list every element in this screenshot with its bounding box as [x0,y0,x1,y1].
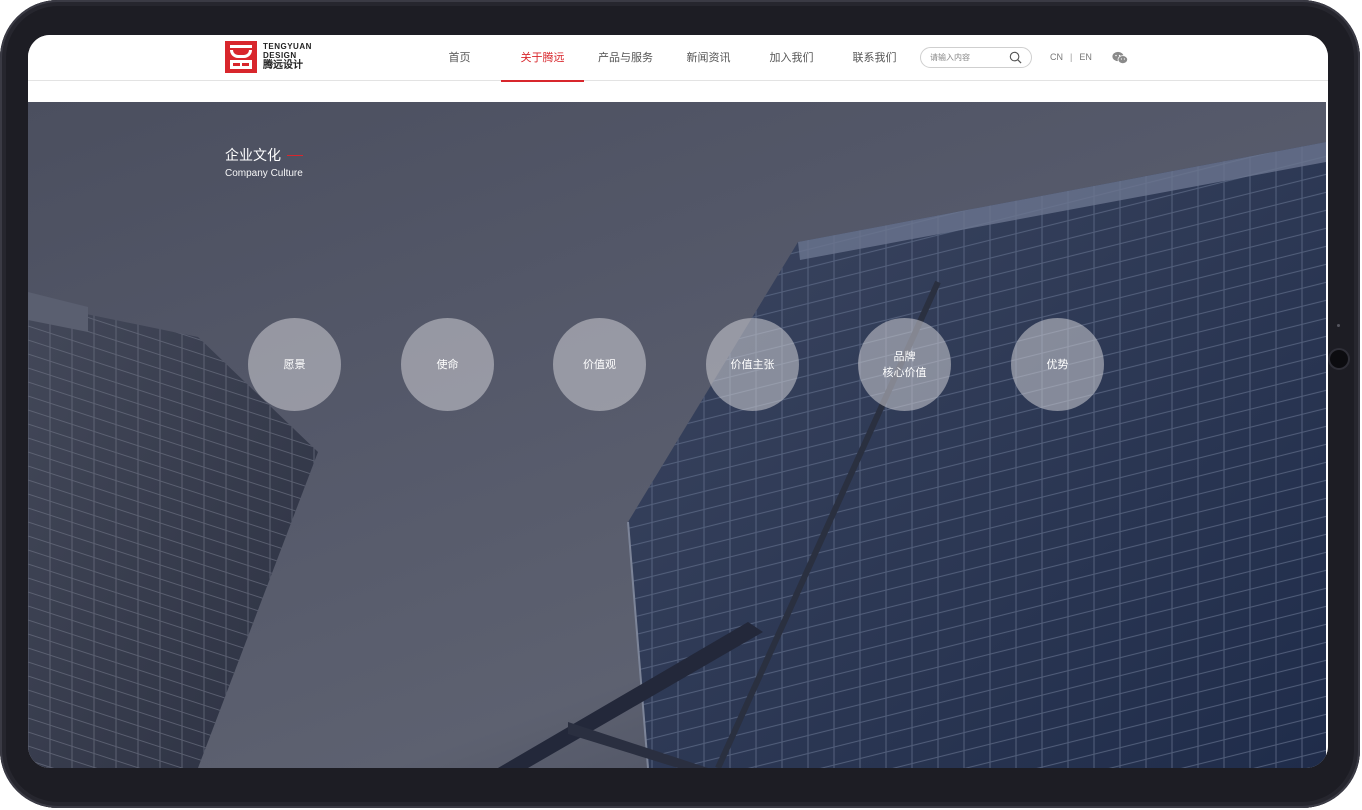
title-accent-line [287,155,303,156]
logo[interactable]: TENGYUAN DESIGN 腾远设计 [225,41,312,73]
nav-item-about[interactable]: 关于腾远 [501,35,584,82]
camera-dot [1337,324,1340,327]
culture-item-label: 品牌 核心价值 [882,349,927,379]
section-title-en: Company Culture [225,168,303,179]
screen: TENGYUAN DESIGN 腾远设计 首页 关于腾远 产品与服务 新闻资讯 … [28,35,1328,768]
tablet-frame: TENGYUAN DESIGN 腾远设计 首页 关于腾远 产品与服务 新闻资讯 … [0,0,1360,808]
nav-item-contact[interactable]: 联系我们 [833,35,916,81]
wechat-icon[interactable] [1112,51,1128,65]
culture-item-brand-core-value[interactable]: 品牌 核心价值 [858,318,951,411]
logo-text: TENGYUAN DESIGN 腾远设计 [263,42,312,72]
lang-separator: | [1070,52,1073,62]
culture-item-label: 优势 [1046,357,1069,371]
language-switch: CN | EN [1050,35,1092,81]
main-nav: 首页 关于腾远 产品与服务 新闻资讯 加入我们 联系我们 [418,35,916,82]
screen-edge-strip [1326,102,1328,768]
logo-en-line2: DESIGN [263,51,297,60]
nav-item-products[interactable]: 产品与服务 [584,35,667,81]
site-header: TENGYUAN DESIGN 腾远设计 首页 关于腾远 产品与服务 新闻资讯 … [28,35,1328,82]
search-box [920,47,1032,68]
culture-item-values[interactable]: 价值观 [553,318,646,411]
culture-item-vision[interactable]: 愿景 [248,318,341,411]
section-title-cn: 企业文化 [225,148,281,164]
culture-item-label: 价值主张 [730,357,775,371]
search-input[interactable] [930,50,1006,65]
nav-item-join[interactable]: 加入我们 [750,35,833,81]
culture-item-mission[interactable]: 使命 [401,318,494,411]
lang-en-link[interactable]: EN [1079,35,1092,81]
culture-item-label: 使命 [436,357,459,371]
lang-cn-link[interactable]: CN [1050,35,1063,81]
culture-item-advantage[interactable]: 优势 [1011,318,1104,411]
culture-item-label: 价值观 [583,357,616,371]
logo-mark-icon [225,41,257,73]
search-icon[interactable] [1009,51,1022,64]
logo-en-line1: TENGYUAN [263,42,312,51]
section-title: 企业文化 Company Culture [225,145,303,179]
nav-item-news[interactable]: 新闻资讯 [667,35,750,81]
side-button [1330,350,1348,368]
hero-banner: 企业文化 Company Culture 愿景 使命 价值观 价值主张 品牌 核… [28,102,1326,768]
building-background-image [28,142,1326,768]
culture-item-value-proposition[interactable]: 价值主张 [706,318,799,411]
culture-item-label: 愿景 [283,357,306,371]
logo-cn: 腾远设计 [263,60,303,71]
nav-item-home[interactable]: 首页 [418,35,501,81]
